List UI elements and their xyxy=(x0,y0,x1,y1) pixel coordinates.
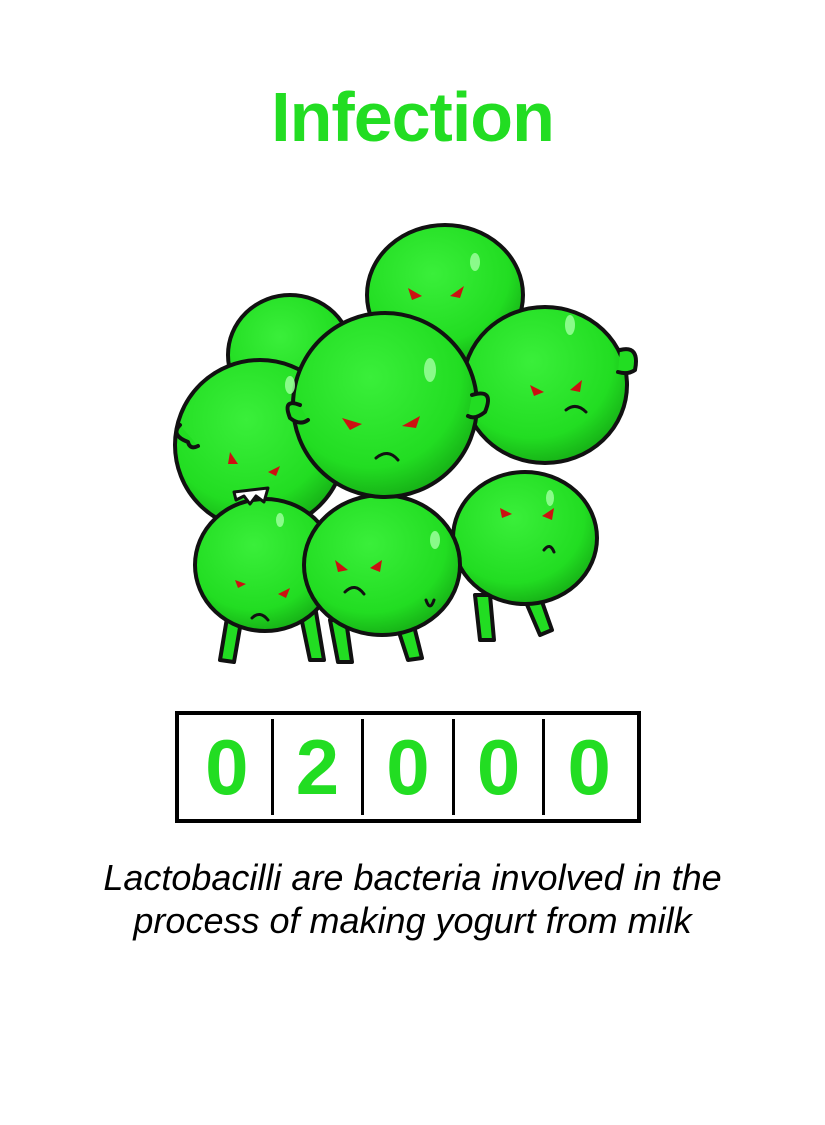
counter-digit: 0 xyxy=(364,719,455,815)
card-description: Lactobacilli are bacteria involved in th… xyxy=(103,857,722,941)
counter-digit: 2 xyxy=(274,719,365,815)
card-title: Infection xyxy=(271,78,555,156)
counter-digit: 0 xyxy=(455,719,546,815)
bacteria-cluster-icon xyxy=(173,223,638,664)
score-counter: 0 2 0 0 0 xyxy=(175,711,641,823)
counter-digit: 0 xyxy=(183,719,274,815)
counter-digit: 0 xyxy=(567,722,611,811)
